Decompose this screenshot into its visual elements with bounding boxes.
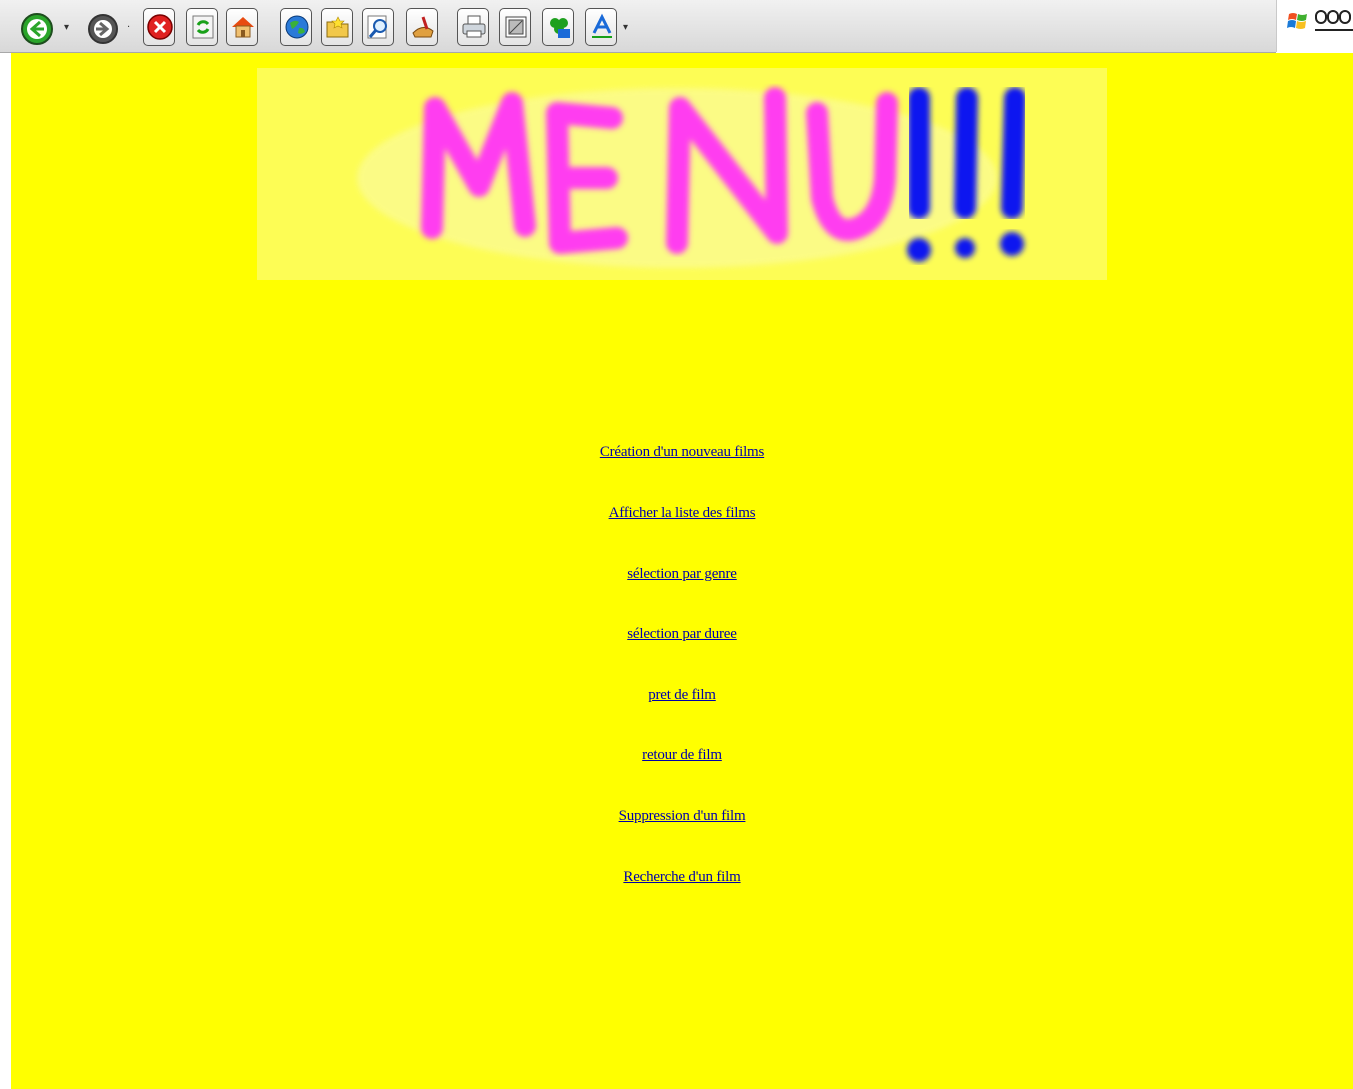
toolbar-right-area xyxy=(1276,0,1353,52)
link-retour-de-film[interactable]: retour de film xyxy=(11,747,1353,764)
page-content: Création d'un nouveau films Afficher la … xyxy=(11,53,1353,1089)
globe-icon xyxy=(285,15,309,39)
link-selection-par-genre[interactable]: sélection par genre xyxy=(11,566,1353,583)
menu-banner-art xyxy=(357,87,1026,268)
forward-dropdown-icon[interactable]: · xyxy=(127,22,131,33)
menu-banner-image xyxy=(257,68,1107,280)
messenger-icon[interactable] xyxy=(1315,8,1353,34)
favorites-icon xyxy=(412,16,434,38)
find-button[interactable] xyxy=(362,8,394,46)
home-icon xyxy=(232,17,254,38)
addon-icon xyxy=(550,18,570,38)
refresh-icon xyxy=(192,15,214,39)
history-button[interactable] xyxy=(406,8,438,46)
back-dropdown-icon[interactable]: ▾ xyxy=(64,22,69,33)
home-button[interactable] xyxy=(226,8,258,46)
window-frame-left xyxy=(0,0,11,1089)
forward-icon xyxy=(88,14,118,44)
link-pret-de-film[interactable]: pret de film xyxy=(11,687,1353,704)
search-icon xyxy=(367,15,387,39)
favorites-folder-button[interactable] xyxy=(321,8,353,46)
stop-button[interactable] xyxy=(143,8,175,46)
addon-button[interactable] xyxy=(542,8,574,46)
refresh-button[interactable] xyxy=(186,8,218,46)
print-button[interactable] xyxy=(457,8,489,46)
page-setup-button[interactable] xyxy=(499,8,531,46)
print-icon xyxy=(462,15,486,38)
back-button[interactable] xyxy=(18,8,53,46)
link-creation-nouveau-film[interactable]: Création d'un nouveau films xyxy=(11,444,1353,461)
link-suppression-film[interactable]: Suppression d'un film xyxy=(11,808,1353,825)
link-afficher-liste-films[interactable]: Afficher la liste des films xyxy=(11,505,1353,522)
font-dropdown-icon[interactable]: ▾ xyxy=(623,22,628,33)
link-recherche-film[interactable]: Recherche d'un film xyxy=(11,869,1353,886)
back-icon xyxy=(21,13,53,45)
search-web-button[interactable] xyxy=(280,8,312,46)
stop-icon xyxy=(147,14,173,40)
link-selection-par-duree[interactable]: sélection par duree xyxy=(11,626,1353,643)
font-size-button[interactable] xyxy=(585,8,617,46)
browser-toolbar: ▾ · ▾ xyxy=(0,0,1276,53)
page-setup-icon xyxy=(505,16,527,38)
forward-button[interactable] xyxy=(84,8,118,46)
open-folder-icon xyxy=(326,16,349,38)
windows-logo-icon xyxy=(1287,13,1307,29)
font-icon xyxy=(592,13,612,38)
